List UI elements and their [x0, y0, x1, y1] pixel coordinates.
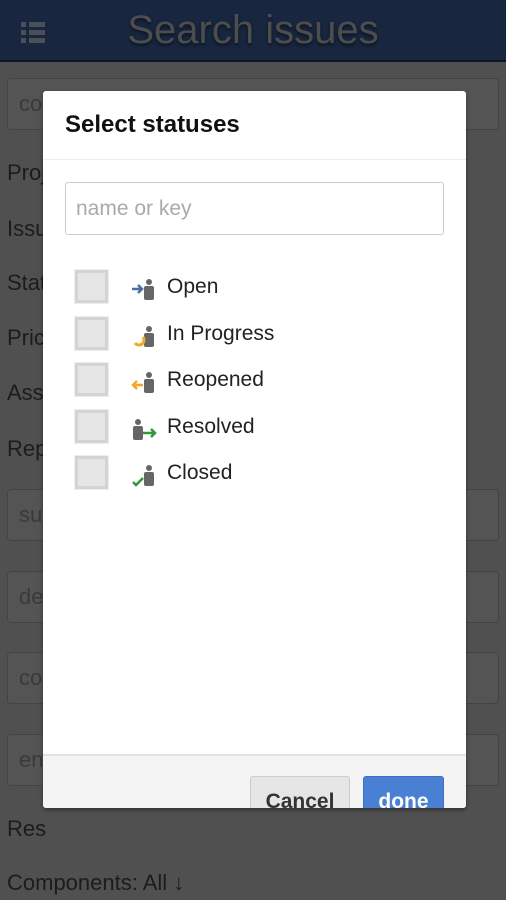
status-item-resolved[interactable]: Resolved — [74, 409, 415, 444]
status-label: Reopened — [167, 368, 264, 391]
dialog-title: Select statuses — [65, 111, 240, 138]
page-title: Search issues — [127, 8, 379, 52]
cancel-button[interactable]: Cancel — [250, 776, 350, 808]
checkbox[interactable] — [74, 269, 109, 304]
background-label[interactable]: Ass — [7, 380, 44, 406]
status-search-input[interactable] — [65, 182, 444, 235]
components-selector[interactable]: Components: All ↓ — [7, 870, 184, 896]
status-item-closed[interactable]: Closed — [74, 455, 415, 490]
status-resolved-icon — [133, 419, 157, 440]
checkbox[interactable] — [74, 362, 109, 397]
divider — [43, 159, 466, 160]
background-label[interactable]: Issu — [7, 216, 47, 242]
app-header: Search issues — [0, 0, 506, 62]
select-statuses-dialog: Select statuses Open In Progress Reopene… — [43, 91, 466, 808]
status-item-open[interactable]: Open — [74, 269, 415, 304]
checkbox[interactable] — [74, 455, 109, 490]
background-label[interactable]: Rep — [7, 436, 47, 462]
background-label[interactable]: Proj — [7, 160, 46, 186]
status-open-icon — [132, 279, 154, 300]
background-label[interactable]: Stat — [7, 270, 46, 296]
background-label[interactable]: Pric — [7, 325, 45, 351]
status-label: Resolved — [167, 415, 255, 438]
status-item-in-progress[interactable]: In Progress — [74, 316, 415, 351]
status-item-reopened[interactable]: Reopened — [74, 362, 415, 397]
status-in-progress-icon — [133, 326, 154, 347]
checkbox[interactable] — [74, 409, 109, 444]
status-label: In Progress — [167, 322, 275, 345]
status-label: Closed — [167, 461, 233, 484]
status-reopened-icon — [131, 372, 154, 393]
status-label: Open — [167, 275, 219, 298]
status-closed-icon — [132, 465, 154, 487]
dialog-footer: Cancel done — [43, 754, 466, 808]
background-label[interactable]: Res — [7, 816, 46, 842]
checkbox[interactable] — [74, 316, 109, 351]
done-button[interactable]: done — [363, 776, 444, 808]
